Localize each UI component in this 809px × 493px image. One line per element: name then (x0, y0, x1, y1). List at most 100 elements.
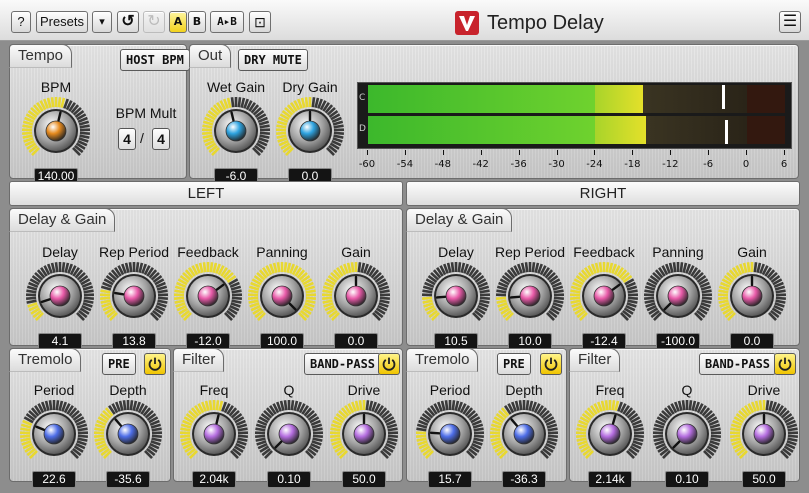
left-filter-power-icon[interactable] (378, 353, 400, 375)
bpm-knob[interactable] (20, 95, 92, 167)
knob-label: Gain (737, 244, 767, 260)
presets-dropdown-icon[interactable]: ▾ (92, 11, 112, 33)
copy-a-to-b-button[interactable]: A▸B (210, 11, 244, 33)
preset-b-button[interactable]: B (188, 11, 206, 33)
right-filter-drive-knob[interactable] (728, 398, 800, 470)
right-tremolo-period-knob[interactable] (414, 398, 486, 470)
right-panning-knob[interactable] (642, 260, 714, 332)
right-filter-q-value[interactable]: 0.10 (665, 471, 709, 488)
meter-tick (367, 150, 368, 155)
right-tremolo-period-value[interactable]: 15.7 (428, 471, 472, 488)
menu-icon[interactable]: ☰ (779, 11, 801, 33)
left-filter-drive-knob[interactable] (328, 398, 400, 470)
right-filter-drive-control: Drive 50.0 (724, 382, 804, 493)
help-button[interactable]: ? (11, 11, 31, 33)
meter-tick-label: -6 (703, 159, 714, 170)
right-gain-knob[interactable] (716, 260, 788, 332)
right-filter-q-knob[interactable] (651, 398, 723, 470)
knob-label: Drive (747, 382, 781, 398)
bpm-mult-numerator[interactable]: 4 (118, 128, 136, 150)
right-filter-freq-knob[interactable] (574, 398, 646, 470)
left-rep-period-knob[interactable] (98, 260, 170, 332)
left-tremolo-tab: Tremolo (9, 348, 82, 372)
left-tremolo-depth-control: Depth -35.6 (88, 382, 168, 493)
meter-tick (784, 150, 785, 155)
left-channel-header: LEFT (9, 181, 403, 206)
right-tremolo-depth-knob[interactable] (488, 398, 560, 470)
right-tremolo-power-icon[interactable] (540, 353, 562, 375)
meter-scale: -60 -54 -48 -42 -36 -30 -24 -18 -12 -6 0 6 (359, 150, 787, 174)
meter-clip-zone (747, 85, 785, 113)
knob-label: Dry Gain (282, 79, 338, 95)
meter-clip-zone (747, 116, 785, 144)
meter-tick (404, 150, 406, 155)
left-filter-freq-value[interactable]: 2.04k (192, 471, 236, 488)
host-bpm-button[interactable]: HOST BPM (120, 49, 190, 71)
wet-gain-knob[interactable] (200, 95, 272, 167)
meter-tick (708, 150, 710, 155)
right-filter-panel: Filter BAND-PASS Freq 2.14k Q 0.10 Drive 50.0 (569, 348, 800, 488)
right-filter-freq-control: Freq 2.14k (570, 382, 650, 493)
redo-icon[interactable]: ↻ (143, 11, 165, 33)
out-tab: Out (189, 44, 232, 68)
meter-tick-label: 0 (742, 159, 750, 170)
presets-button[interactable]: Presets (36, 11, 88, 33)
left-tremolo-depth-knob[interactable] (92, 398, 164, 470)
meter-tick (442, 150, 444, 155)
right-tremolo-panel: Tremolo PRE Period 15.7 Depth -36.3 (406, 348, 567, 488)
left-filter-freq-knob[interactable] (178, 398, 250, 470)
left-tremolo-depth-value[interactable]: -35.6 (106, 471, 150, 488)
right-feedback-knob[interactable] (568, 260, 640, 332)
bpm-mult-denominator[interactable]: 4 (152, 128, 170, 150)
right-delay-knob[interactable] (420, 260, 492, 332)
right-tremolo-depth-value[interactable]: -36.3 (502, 471, 546, 488)
left-tremolo-period-value[interactable]: 22.6 (32, 471, 76, 488)
logo-icon (455, 11, 479, 35)
right-filter-drive-value[interactable]: 50.0 (742, 471, 786, 488)
meter-fill-high (595, 116, 646, 144)
left-panning-knob[interactable] (246, 260, 318, 332)
left-tremolo-power-icon[interactable] (144, 353, 166, 375)
meter-tick (632, 150, 634, 155)
left-feedback-knob[interactable] (172, 260, 244, 332)
meter-tick-label: -12 (662, 159, 679, 170)
meter-tick-label: -60 (358, 159, 376, 170)
title-text: Tempo Delay (487, 12, 604, 34)
tempo-tab: Tempo (9, 44, 73, 68)
right-rep-period-knob[interactable] (494, 260, 566, 332)
left-filter-q-value[interactable]: 0.10 (267, 471, 311, 488)
right-tremolo-pre-button[interactable]: PRE (497, 353, 531, 375)
left-filter-mode-button[interactable]: BAND-PASS (304, 353, 382, 375)
knob-label: Gain (341, 244, 371, 260)
dry-mute-button[interactable]: DRY MUTE (238, 49, 308, 71)
right-filter-freq-value[interactable]: 2.14k (588, 471, 632, 488)
toolbar: ? Presets ▾ ↺ ↻ A B A▸B ⊡ Tempo Delay ☰ (0, 0, 809, 41)
meter-tick (594, 150, 596, 155)
knob-label: Depth (109, 382, 147, 398)
meter-tick-label: -30 (548, 159, 565, 170)
meter-headroom (642, 85, 748, 113)
left-filter-q-knob[interactable] (253, 398, 325, 470)
left-filter-q-control: Q 0.10 (249, 382, 329, 493)
right-delay-gain-tab: Delay & Gain (406, 208, 513, 232)
meter-fill-high (595, 85, 643, 113)
dry-gain-knob[interactable] (274, 95, 346, 167)
undo-icon[interactable]: ↺ (117, 11, 139, 33)
left-filter-drive-value[interactable]: 50.0 (342, 471, 386, 488)
left-tremolo-pre-button[interactable]: PRE (102, 353, 136, 375)
meter-tick (670, 150, 672, 155)
right-tremolo-tab: Tremolo (406, 348, 479, 372)
left-delay-knob[interactable] (24, 260, 96, 332)
right-filter-power-icon[interactable] (774, 353, 796, 375)
meter-fill-low (368, 85, 596, 113)
left-gain-knob[interactable] (320, 260, 392, 332)
preset-a-button[interactable]: A (169, 11, 187, 33)
left-filter-freq-control: Freq 2.04k (174, 382, 254, 493)
compare-icon[interactable]: ⊡ (249, 11, 271, 33)
left-filter-drive-control: Drive 50.0 (324, 382, 404, 493)
left-tremolo-period-knob[interactable] (18, 398, 90, 470)
meter-fill-low (368, 116, 596, 144)
bpm-mult-separator: / (140, 130, 144, 146)
right-filter-mode-button[interactable]: BAND-PASS (699, 353, 777, 375)
knob-label: Drive (347, 382, 381, 398)
